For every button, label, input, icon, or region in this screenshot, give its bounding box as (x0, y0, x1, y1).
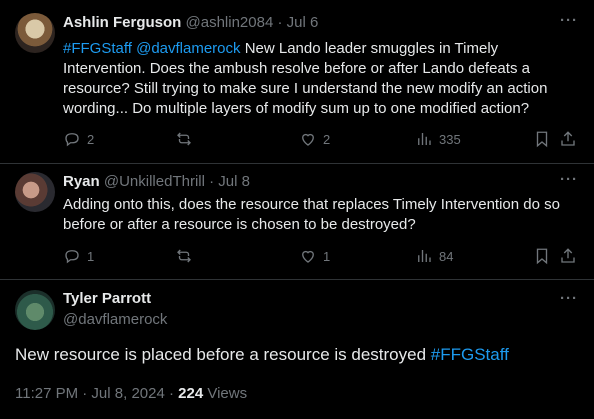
text-line: New resource is placed before a resource… (15, 345, 431, 364)
author-handle[interactable]: @UnkilledThrill (104, 173, 205, 190)
avatar[interactable] (15, 13, 55, 53)
tweet-date[interactable]: Jul 6 (287, 14, 319, 31)
text-line: resource? Still trying to make sure I un… (63, 80, 548, 97)
share-button[interactable] (559, 247, 583, 265)
author-handle[interactable]: @ashlin2084 (186, 14, 274, 31)
reply-button[interactable]: 2 (63, 130, 94, 148)
author-name[interactable]: Ashlin Ferguson (63, 14, 181, 31)
hashtag-link[interactable]: #FFGStaff (431, 345, 509, 364)
heart-icon (302, 250, 314, 263)
view-count: 224 (178, 385, 204, 402)
text-line: Intervention. Does the ambush resolve be… (63, 60, 530, 77)
action-bar: 2 2 335 (63, 130, 578, 150)
reply-count: 2 (87, 131, 95, 147)
tweet-timestamp[interactable]: 11:27 PM · Jul 8, 2024 · (15, 385, 178, 402)
views-icon (418, 250, 431, 262)
views-icon (418, 133, 431, 145)
repost-icon (177, 249, 191, 263)
share-icon (561, 248, 575, 263)
tweet-text: #FFGStaff @davflamerock New Lando leader… (63, 39, 578, 119)
repost-button[interactable] (175, 130, 199, 148)
reply-icon (65, 250, 79, 264)
views-label: Views (203, 385, 248, 402)
views-button[interactable]: 84 (415, 247, 453, 265)
tweet-metadata: 11:27 PM · Jul 8, 2024 · 224 Views (15, 385, 247, 402)
main-tweet-text: New resource is placed before a resource… (15, 345, 509, 365)
view-count: 84 (439, 248, 454, 264)
like-count: 2 (323, 131, 331, 147)
mention-link[interactable]: @davflamerock (136, 40, 240, 57)
bookmark-button[interactable] (533, 130, 557, 148)
separator: · (209, 173, 215, 190)
more-options-button[interactable]: ··· (560, 290, 578, 307)
reply-icon (65, 133, 79, 147)
views-button[interactable]: 335 (415, 130, 461, 148)
like-button[interactable]: 1 (299, 247, 330, 265)
view-count: 335 (439, 131, 461, 147)
heart-icon (302, 133, 314, 146)
reply-button[interactable]: 1 (63, 247, 94, 265)
more-options-button[interactable]: ··· (560, 171, 578, 188)
like-button[interactable]: 2 (299, 130, 330, 148)
author-name[interactable]: Tyler Parrott (63, 290, 151, 307)
text-line: Adding onto this, does the resource that… (63, 196, 560, 213)
text-line: New Lando leader smuggles in Timely (240, 40, 499, 57)
tweet-date[interactable]: Jul 8 (218, 173, 250, 190)
share-button[interactable] (559, 130, 583, 148)
text-line: before or after a resource is chosen to … (63, 216, 416, 233)
hashtag-link[interactable]: #FFGStaff (63, 40, 132, 57)
bookmark-button[interactable] (533, 247, 557, 265)
avatar[interactable] (15, 290, 55, 330)
repost-icon (177, 132, 191, 146)
text-line: wording... Do multiple layers of modify … (63, 100, 530, 117)
bookmark-icon (536, 248, 548, 265)
author-name[interactable]: Ryan (63, 173, 100, 190)
separator: · (277, 14, 283, 31)
more-options-button[interactable]: ··· (560, 12, 578, 29)
action-bar: 1 1 84 (63, 247, 578, 267)
like-count: 1 (323, 248, 331, 264)
author-handle[interactable]: @davflamerock (63, 311, 167, 328)
avatar[interactable] (15, 172, 55, 212)
repost-button[interactable] (175, 247, 199, 265)
share-icon (561, 131, 575, 146)
reply-tweet-1[interactable]: Ashlin Ferguson @ashlin2084 · Jul 6 ··· … (0, 0, 594, 164)
bookmark-icon (536, 131, 548, 148)
reply-count: 1 (87, 248, 95, 264)
tweet-text: Adding onto this, does the resource that… (63, 195, 578, 235)
